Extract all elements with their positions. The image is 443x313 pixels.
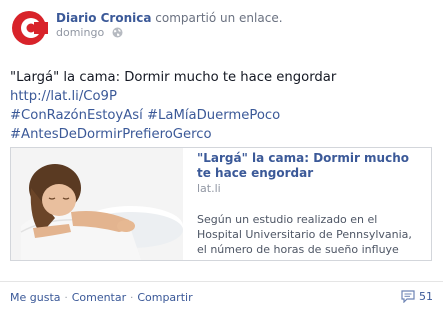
- post-timestamp[interactable]: domingo: [56, 26, 104, 39]
- post-link[interactable]: http://lat.li/Co9P: [10, 89, 117, 104]
- share-button[interactable]: Compartir: [137, 291, 192, 304]
- action-text: compartió un enlace.: [155, 11, 283, 25]
- separator: ·: [64, 293, 68, 304]
- page-name-link[interactable]: Diario Cronica: [56, 11, 151, 25]
- globe-icon[interactable]: [112, 27, 123, 42]
- post-message-text: "Largá" la cama: Dormir mucho te hace en…: [10, 70, 337, 85]
- like-button[interactable]: Me gusta: [10, 291, 61, 304]
- post-action-bar: Me gusta · Comentar · Compartir 51: [0, 281, 443, 313]
- post-meta: domingo: [56, 26, 123, 42]
- hashtag-1[interactable]: #ConRazónEstoyAsí: [10, 108, 143, 123]
- hashtag-2[interactable]: #LaMíaDuermePoco: [147, 108, 280, 123]
- link-preview-image[interactable]: [11, 148, 183, 260]
- comment-icon: [401, 290, 415, 304]
- post-message: "Largá" la cama: Dormir mucho te hace en…: [10, 68, 438, 144]
- post-header: Diario Cronica compartió un enlace.: [56, 11, 283, 25]
- hashtag-3[interactable]: #AntesDeDormirPrefieroGerco: [10, 127, 212, 142]
- separator: ·: [130, 293, 134, 304]
- link-preview-card[interactable]: "Largá" la cama: Dormir mucho te hace en…: [10, 147, 432, 261]
- comment-count-link[interactable]: 51: [401, 290, 433, 304]
- comment-button[interactable]: Comentar: [72, 291, 126, 304]
- comment-count: 51: [419, 290, 433, 303]
- link-preview-title[interactable]: "Largá" la cama: Dormir mucho te hace en…: [197, 151, 417, 180]
- link-preview-description: Según un estudio realizado en el Hospita…: [197, 213, 412, 256]
- diario-cronica-logo: [10, 9, 48, 47]
- post-actions: Me gusta · Comentar · Compartir: [10, 291, 193, 306]
- page-avatar[interactable]: [10, 9, 48, 47]
- link-preview-domain: lat.li: [197, 182, 221, 195]
